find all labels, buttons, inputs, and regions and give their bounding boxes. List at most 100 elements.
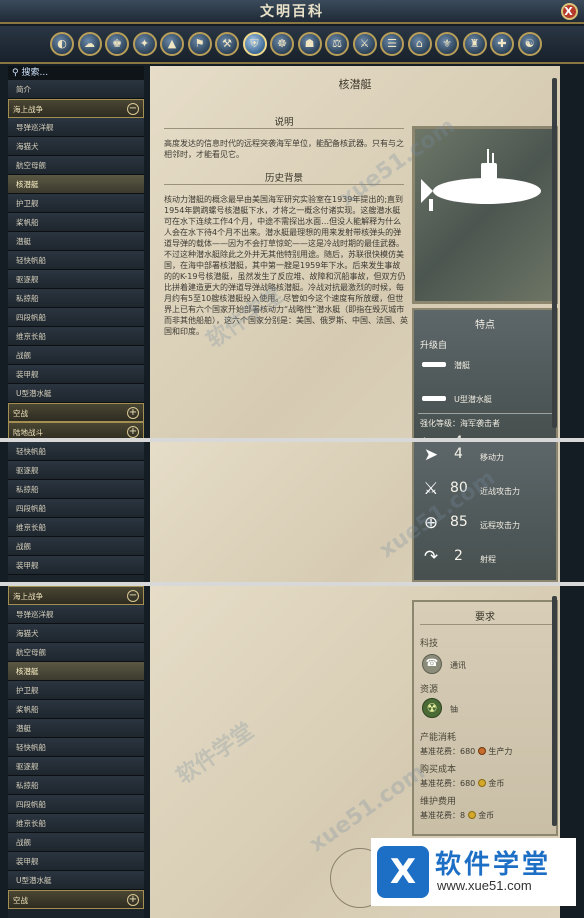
resource-label: 资源 [420, 685, 439, 695]
sidebar-item[interactable]: 驱逐舰 [8, 757, 144, 776]
category-icon-9[interactable]: ☗ [297, 32, 322, 56]
sidebar-item[interactable]: U型潜水艇 [8, 384, 144, 403]
upgrade-unit-submarine[interactable]: 潜艇 [454, 360, 470, 371]
submarine-icon [421, 149, 541, 211]
sidebar-item[interactable]: 战舰 [8, 346, 144, 365]
sidebar-item[interactable]: 导弹巡洋舰 [8, 605, 144, 624]
sidebar-item[interactable]: 核潜艇 [8, 662, 144, 681]
sidebar-item[interactable]: 简介 [8, 80, 144, 99]
category-icon-0[interactable]: ◐ [50, 32, 74, 56]
category-icon-5[interactable]: ⚑ [187, 32, 212, 56]
expand-icon[interactable]: + [127, 407, 139, 419]
category-icon-17[interactable]: ☯ [517, 32, 542, 56]
sidebar: 海上战争 − 导弹巡洋舰 海猫犬 航空母舰 核潜艇 护卫舰 桨帆船 潜艇 轻快帆船 驱逐舰 私掠船 四段… [8, 586, 144, 918]
tech-name[interactable]: 通讯 [450, 660, 466, 671]
sidebar-item[interactable]: 轻快帆船 [8, 251, 144, 270]
sidebar-item[interactable]: 海猫犬 [8, 137, 144, 156]
sidebar: ⚲ 搜索... 简介 海上战争 − 导弹巡洋舰 海猫犬 航空母舰 核潜艇 护卫舰 桨帆船 潜艇 轻快… [8, 66, 144, 438]
sidebar-item[interactable]: 驱逐舰 [8, 461, 144, 480]
category-icon-6[interactable]: ⚒ [215, 32, 239, 56]
sidebar-section-header[interactable]: 空战 + [8, 403, 144, 422]
history-text: 核动力潜艇的概念最早由美国海军研究实验室在1939年提出的;直到1954年鹦鹉螺… [164, 195, 408, 336]
site-logo: X 软件学堂 www.xue51.com [371, 838, 576, 906]
article-title: 核潜艇 [338, 78, 372, 91]
sidebar-item[interactable]: 驱逐舰 [8, 270, 144, 289]
sidebar-item[interactable]: 轻快帆船 [8, 738, 144, 757]
sidebar-item[interactable]: 桨帆船 [8, 700, 144, 719]
category-toolbar: ◐ ☁ ♚ ✦ ▲ ⚑ ⚒ ⛨ ☸ ☗ ⚖ ⚔ ☰ ⌂ ⚜ ♜ ✚ ☯ [0, 26, 584, 64]
sidebar-item[interactable]: 航空母舰 [8, 643, 144, 662]
sidebar-item[interactable]: 装甲舰 [8, 365, 144, 384]
sidebar-item[interactable]: 维京长船 [8, 814, 144, 833]
article-scrollbar[interactable] [552, 596, 557, 826]
category-icon-3[interactable]: ✦ [132, 32, 157, 56]
sidebar-item[interactable]: 四段帆船 [8, 499, 144, 518]
category-icon-15[interactable]: ♜ [462, 32, 487, 56]
category-icon-7[interactable]: ⛨ [242, 32, 267, 56]
category-icon-14[interactable]: ⚜ [435, 32, 459, 56]
features-title: 特点 [475, 320, 495, 331]
expand-icon[interactable]: + [127, 426, 139, 438]
sidebar-item[interactable]: 护卫舰 [8, 681, 144, 700]
sidebar-item[interactable]: 桨帆船 [8, 213, 144, 232]
sidebar-item[interactable]: 护卫舰 [8, 194, 144, 213]
sidebar-section-header[interactable]: 空战 + [8, 890, 144, 909]
sidebar-item[interactable]: 潜艇 [8, 719, 144, 738]
move-icon: ➤ [423, 445, 439, 465]
range-value: 2 [454, 548, 463, 564]
sidebar-section-header[interactable]: 陆地战斗 + [8, 422, 144, 438]
gold-icon [467, 811, 476, 819]
description-heading: 说明 [164, 114, 404, 129]
sidebar-item[interactable]: 私掠船 [8, 289, 144, 308]
sidebar-item[interactable]: 轻快帆船 [8, 442, 144, 461]
ranged-label: 远程攻击力 [480, 521, 520, 530]
sidebar-item[interactable]: 四段帆船 [8, 308, 144, 327]
sidebar-item[interactable]: 海猫犬 [8, 624, 144, 643]
radio-tech-icon[interactable]: ☎ [422, 654, 442, 674]
sidebar-item[interactable]: 私掠船 [8, 480, 144, 499]
sidebar-item[interactable]: U型潜水艇 [8, 871, 144, 890]
category-icon-4[interactable]: ▲ [160, 32, 184, 56]
sidebar-item[interactable]: 导弹巡洋舰 [8, 118, 144, 137]
move-icon: ➤ [418, 432, 440, 438]
search-input[interactable]: ⚲ 搜索... [8, 66, 144, 80]
sidebar-item[interactable]: 装甲舰 [8, 852, 144, 871]
requirements-panel: 要求 科技 ☎ 通讯 资源 ☢ 铀 产能消耗 基准花费：680 生产力 购买成本… [412, 600, 558, 836]
article-scrollbar[interactable] [552, 78, 557, 428]
category-icon-13[interactable]: ⌂ [407, 32, 432, 56]
category-icon-1[interactable]: ☁ [77, 32, 102, 56]
sidebar-item[interactable]: 维京长船 [8, 327, 144, 346]
sidebar-item[interactable]: 战舰 [8, 537, 144, 556]
sidebar-item[interactable]: 潜艇 [8, 232, 144, 251]
resource-name[interactable]: 铀 [450, 704, 458, 715]
close-button[interactable]: X [561, 3, 578, 20]
category-icon-12[interactable]: ☰ [380, 32, 404, 56]
sidebar-item[interactable]: 装甲舰 [8, 556, 144, 575]
uranium-icon[interactable]: ☢ [422, 698, 442, 718]
collapse-icon[interactable]: − [127, 103, 139, 115]
article-pane: 核潜艇 说明 高度发达的信息时代的远程突袭海军单位，能配备核武器。只有与之相邻时… [150, 66, 560, 438]
category-icon-11[interactable]: ⚔ [352, 32, 377, 56]
window-title-bar: 文明百科 X [0, 0, 584, 24]
sidebar-item[interactable]: 战舰 [8, 833, 144, 852]
category-icon-8[interactable]: ☸ [270, 32, 294, 56]
upgrade-unit-uboat[interactable]: U型潜水艇 [454, 394, 492, 405]
sidebar-section-header[interactable]: 海上战争 − [8, 99, 144, 118]
production-icon [477, 747, 486, 755]
sidebar-item[interactable]: 维京长船 [8, 518, 144, 537]
expand-icon[interactable]: + [127, 894, 139, 906]
search-icon: ⚲ [12, 68, 19, 78]
production-label: 产能消耗 [420, 733, 457, 743]
collapse-icon[interactable]: − [127, 590, 139, 602]
category-icon-2[interactable]: ♚ [105, 32, 129, 56]
civilopedia-panel-middle: 轻快帆船 驱逐舰 私掠船 四段帆船 维京长船 战舰 装甲舰 ➤ 4 移动力 ⚔ 80 近战攻… [0, 442, 584, 582]
sidebar-item[interactable]: 四段帆船 [8, 795, 144, 814]
purchase-cost: 基准花费：680 金币 [420, 779, 505, 788]
sidebar-section-header[interactable]: 海上战争 − [8, 586, 144, 605]
sidebar-item[interactable]: 私掠船 [8, 776, 144, 795]
category-icon-16[interactable]: ✚ [490, 32, 514, 56]
move-value: 4 [454, 434, 463, 438]
sidebar-item[interactable]: 航空母舰 [8, 156, 144, 175]
sidebar-item[interactable]: 核潜艇 [8, 175, 144, 194]
category-icon-10[interactable]: ⚖ [325, 32, 349, 56]
